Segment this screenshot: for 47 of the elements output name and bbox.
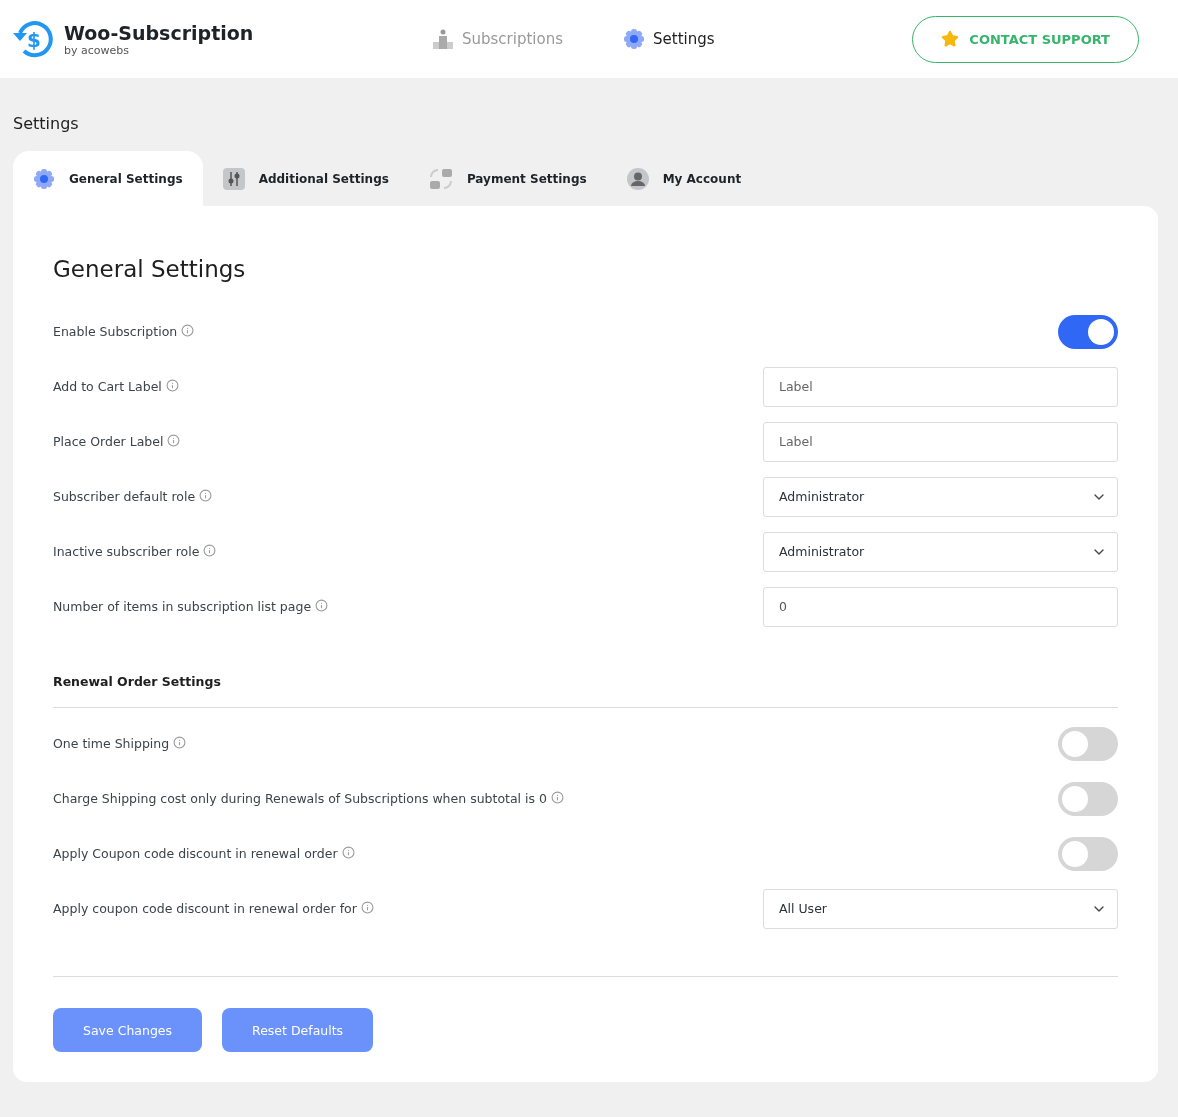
- user-icon: [626, 167, 649, 190]
- text-field[interactable]: 0: [763, 586, 1118, 627]
- setting-label: Inactive subscriber role: [53, 544, 200, 559]
- toggle-switch[interactable]: [1058, 314, 1118, 349]
- card-title: General Settings: [53, 256, 247, 282]
- brand-name: Woo-Subscription: [64, 21, 254, 44]
- setting-label: One time Shipping: [53, 736, 170, 751]
- setting-label: Add to Cart Label: [53, 379, 162, 394]
- gear-icon: [623, 28, 645, 50]
- brand-byline: by acowebs: [64, 43, 129, 57]
- setting-label: Place Order Label: [53, 434, 164, 449]
- section-title: Renewal Order Settings: [53, 674, 1118, 708]
- text-field[interactable]: Label: [763, 421, 1118, 462]
- settings-tab[interactable]: General Settings: [13, 151, 203, 206]
- toggle-switch[interactable]: [1058, 836, 1118, 871]
- settings-tab[interactable]: Additional Settings: [202, 151, 409, 206]
- setting-label: Apply Coupon code discount in renewal order: [53, 846, 338, 861]
- select-dropdown[interactable]: Administrator: [763, 531, 1118, 572]
- setting-label: Charge Shipping cost only during Renewals of Subscriptions when subtotal is 0: [53, 791, 547, 806]
- gear-icon: [33, 167, 55, 190]
- info-icon[interactable]: [341, 846, 355, 859]
- sliders-icon: [222, 167, 245, 190]
- page-title: Settings: [13, 114, 80, 133]
- swap-icon: [428, 166, 453, 191]
- toggle-switch[interactable]: [1058, 726, 1118, 761]
- star-icon: [941, 30, 960, 48]
- select-dropdown[interactable]: Administrator: [763, 476, 1118, 517]
- settings-tab[interactable]: My Account: [606, 151, 762, 206]
- select-dropdown[interactable]: All User: [763, 888, 1118, 929]
- setting-label: Apply coupon code discount in renewal order for: [53, 901, 357, 916]
- setting-label: Subscriber default role: [53, 489, 196, 504]
- info-icon[interactable]: [203, 544, 217, 557]
- text-field[interactable]: Label: [763, 366, 1118, 407]
- podium-icon: [432, 28, 454, 50]
- info-icon[interactable]: [315, 599, 329, 612]
- toggle-switch[interactable]: [1058, 781, 1118, 816]
- info-icon[interactable]: [360, 901, 374, 914]
- nav-link[interactable]: Settings: [623, 28, 715, 50]
- info-icon[interactable]: [199, 489, 213, 502]
- settings-tab[interactable]: Payment Settings: [408, 151, 607, 206]
- setting-label: Number of items in subscription list page: [53, 599, 312, 614]
- setting-label: Enable Subscription: [53, 324, 178, 339]
- info-icon[interactable]: [173, 736, 187, 749]
- info-icon[interactable]: [550, 791, 564, 804]
- info-icon[interactable]: [181, 324, 195, 337]
- info-icon[interactable]: [165, 379, 179, 392]
- info-icon[interactable]: [167, 434, 181, 447]
